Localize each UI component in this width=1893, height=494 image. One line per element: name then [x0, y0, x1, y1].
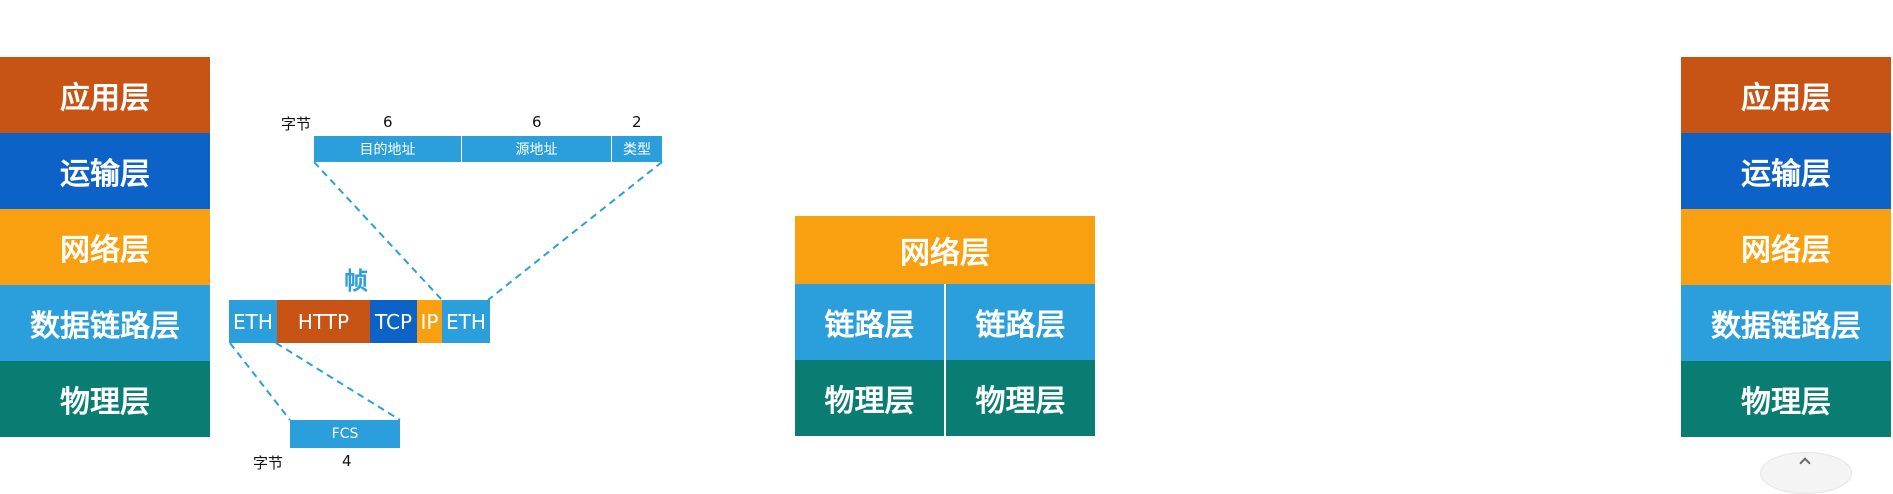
header-type-size: 2 [632, 113, 642, 131]
frame-eth-trailer: ETH [442, 300, 490, 343]
left-application-layer: 应用层 [0, 57, 210, 133]
right-transport-layer: 运输层 [1681, 133, 1891, 209]
router-physical-row: 物理层 物理层 [795, 360, 1095, 436]
src-address-field: 源地址 [462, 136, 612, 162]
router-stack: 网络层 链路层 链路层 物理层 物理层 [795, 216, 1095, 436]
trailer-fcs-size: 4 [342, 452, 352, 470]
router-link-layer-left: 链路层 [795, 284, 944, 360]
connector-trailer-right [275, 342, 401, 421]
header-byte-unit-label: 字节 [281, 115, 312, 133]
left-physical-layer: 物理层 [0, 361, 210, 437]
right-physical-layer: 物理层 [1681, 361, 1891, 437]
dest-address-field: 目的地址 [314, 136, 462, 162]
left-data-link-layer: 数据链路层 [0, 285, 210, 361]
connector-header-left [313, 161, 443, 301]
right-data-link-layer: 数据链路层 [1681, 285, 1891, 361]
fcs-field: FCS [290, 420, 400, 448]
connector-trailer-left [229, 342, 291, 421]
left-protocol-stack: 应用层 运输层 网络层 数据链路层 物理层 [0, 57, 210, 437]
frame-ip: IP [417, 300, 442, 343]
chevron-up-icon [1799, 457, 1811, 469]
scroll-up-button[interactable] [1760, 452, 1852, 494]
right-network-layer: 网络层 [1681, 209, 1891, 285]
router-network-layer: 网络层 [795, 216, 1095, 284]
header-src-size: 6 [532, 113, 542, 131]
right-application-layer: 应用层 [1681, 57, 1891, 133]
frame-title: 帧 [344, 267, 368, 295]
header-dest-size: 6 [383, 113, 393, 131]
frame-http: HTTP [277, 300, 370, 343]
router-link-row: 链路层 链路层 [795, 284, 1095, 360]
left-transport-layer: 运输层 [0, 133, 210, 209]
trailer-byte-unit-label: 字节 [253, 454, 284, 472]
router-physical-layer-left: 物理层 [795, 360, 944, 436]
left-network-layer: 网络层 [0, 209, 210, 285]
router-link-layer-right: 链路层 [944, 284, 1095, 360]
type-field: 类型 [612, 136, 662, 162]
connector-header-right [487, 161, 663, 301]
right-protocol-stack: 应用层 运输层 网络层 数据链路层 物理层 [1681, 57, 1891, 437]
frame-eth-header: ETH [229, 300, 277, 343]
frame-tcp: TCP [370, 300, 417, 343]
router-physical-layer-right: 物理层 [944, 360, 1095, 436]
